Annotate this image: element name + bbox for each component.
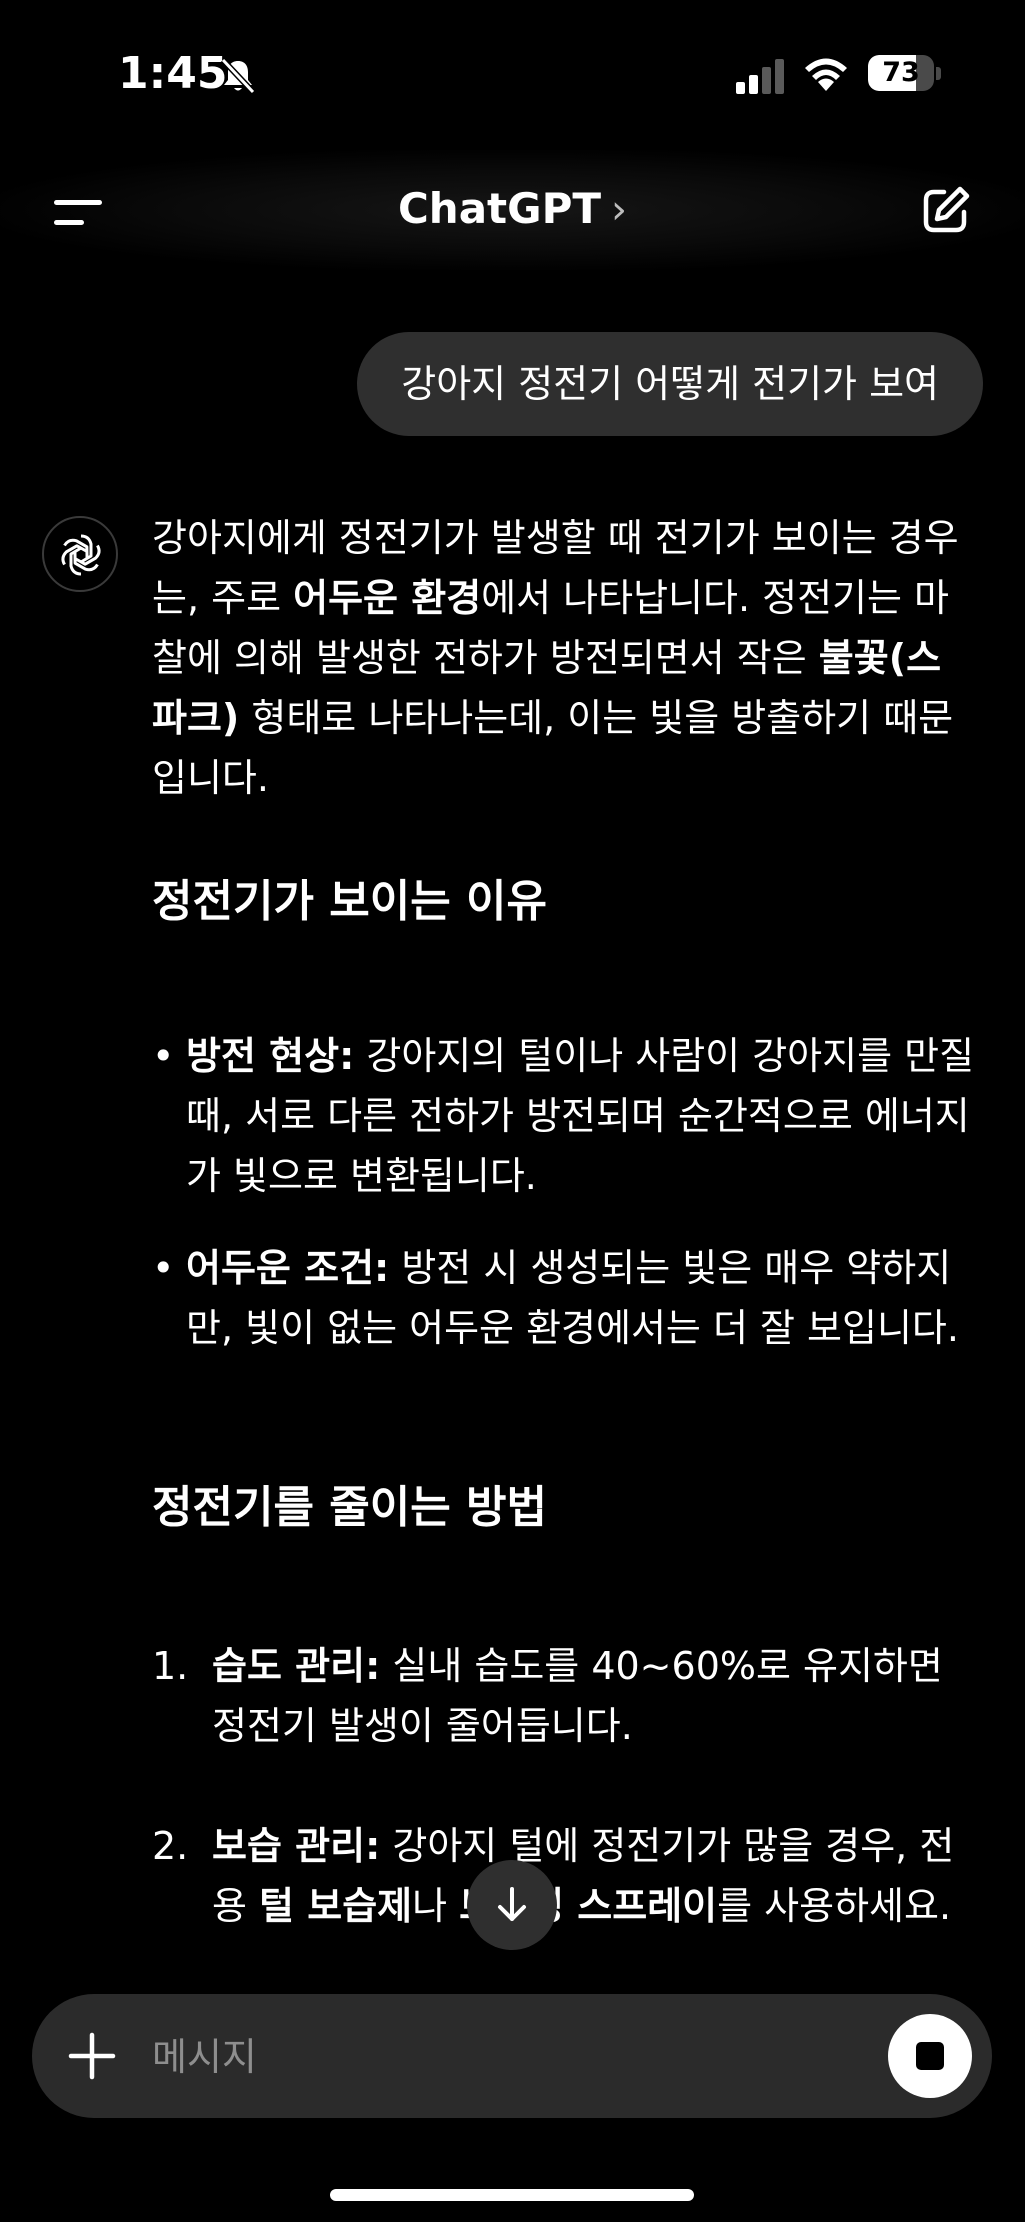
header-title: ChatGPT <box>397 184 602 233</box>
bullet-marker: • <box>152 1034 175 1078</box>
status-bar: 1:45 73 <box>0 0 1025 150</box>
list-number: 1. <box>152 1644 189 1688</box>
scroll-to-bottom-button[interactable] <box>467 1860 557 1950</box>
compose-icon[interactable] <box>920 184 972 236</box>
wifi-icon <box>805 58 847 91</box>
message-composer <box>32 1994 992 2118</box>
chevron-right-icon: › <box>611 187 628 233</box>
message-input[interactable] <box>150 2016 794 2098</box>
list-item-label: 어두운 조건: <box>186 1246 390 1290</box>
stop-button[interactable] <box>888 2014 972 2098</box>
stop-icon <box>916 2042 944 2070</box>
list-item-body: 습도 관리: 실내 습도를 40~60%로 유지하면 정전기 발생이 줄어듭니다… <box>212 1636 976 1756</box>
status-time: 1:45 <box>118 48 228 99</box>
battery-cap <box>936 67 941 80</box>
intro-bold: 어두운 환경 <box>293 576 482 620</box>
battery-indicator: 73 <box>868 55 934 91</box>
app-header: ChatGPT › <box>0 150 1025 270</box>
assistant-avatar <box>42 516 118 592</box>
arrow-down-icon <box>498 1887 526 1921</box>
list-number: 2. <box>152 1824 189 1868</box>
list-item-body: 방전 현상: 강아지의 털이나 사람이 강아지를 만질 때, 서로 다른 전하가… <box>186 1026 976 1206</box>
intro-text: 형태로 나타나는데, 이는 빛을 방출하기 때문입니다. <box>152 696 954 800</box>
home-indicator[interactable] <box>330 2189 694 2201</box>
signal-icon <box>736 59 784 94</box>
user-message-bubble: 강아지 정전기 어떻게 전기가 보여 <box>357 332 983 436</box>
list-item-label: 습도 관리: <box>212 1644 381 1688</box>
assistant-paragraph: 강아지에게 정전기가 발생할 때 전기가 보이는 경우는, 주로 어두운 환경에… <box>152 508 972 808</box>
list-item-body: 보습 관리: 강아지 털에 정전기가 많을 경우, 전용 털 보습제나 브러싱 … <box>212 1816 976 1936</box>
bullet-marker: • <box>152 1246 175 1290</box>
battery-level: 73 <box>882 57 920 88</box>
list-item-label: 방전 현상: <box>186 1034 355 1078</box>
list-item-body: 어두운 조건: 방전 시 생성되는 빛은 매우 약하지만, 빛이 없는 어두운 … <box>186 1238 976 1358</box>
list-item-label: 보습 관리: <box>212 1824 381 1868</box>
section-heading: 정전기가 보이는 이유 <box>152 876 547 927</box>
bell-slash-icon <box>220 57 256 95</box>
model-selector[interactable]: ChatGPT › <box>0 184 1025 233</box>
openai-logo-icon <box>61 534 101 576</box>
section-heading: 정전기를 줄이는 방법 <box>152 1482 547 1533</box>
plus-icon[interactable] <box>68 2032 116 2080</box>
